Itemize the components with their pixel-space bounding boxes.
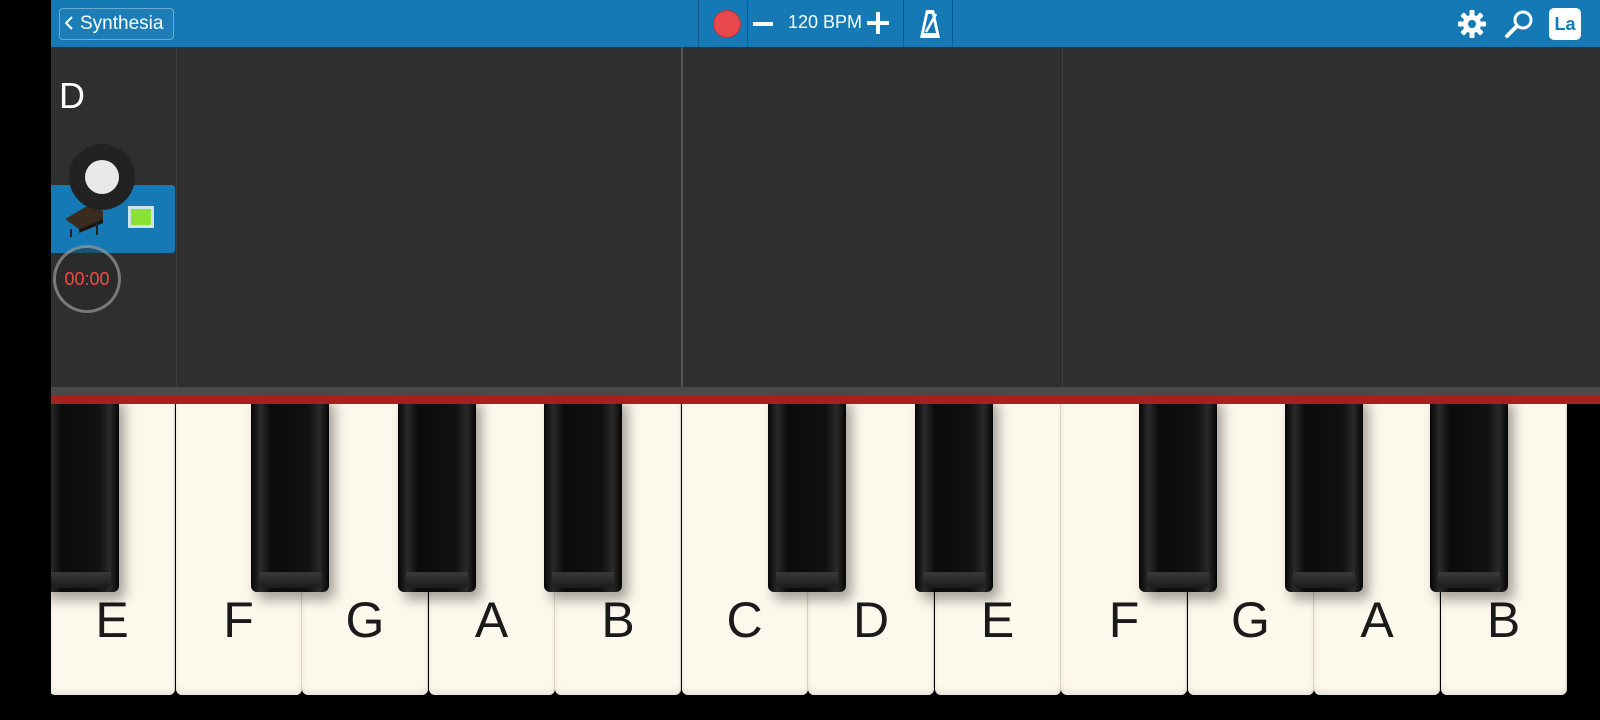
track-timeline[interactable]: D 00:00 — [51, 47, 1600, 387]
back-button-label: Synthesia — [80, 13, 164, 34]
key-note-label: E — [980, 592, 1015, 648]
keyboard-divider — [51, 387, 1600, 395]
tempo-readout: 120 BPM — [788, 12, 863, 32]
black-key[interactable] — [398, 395, 476, 592]
chevron-left-icon — [65, 16, 73, 30]
back-button[interactable]: Synthesia — [59, 8, 175, 40]
top-toolbar: Synthesia 120 BPM La — [51, 0, 1600, 47]
key-note-label: B — [601, 592, 635, 648]
playhead-knob[interactable] — [69, 144, 135, 210]
piano-keyboard[interactable]: EFGABCDEFGAB — [51, 395, 1600, 720]
black-key[interactable] — [251, 395, 329, 592]
key-note-label: E — [95, 592, 129, 648]
playback-timer[interactable]: 00:00 — [53, 245, 121, 313]
metronome-icon[interactable] — [919, 8, 941, 40]
toolbar-divider — [903, 0, 904, 47]
key-note-label: G — [345, 592, 385, 648]
gear-icon[interactable] — [1456, 8, 1488, 40]
key-note-label: A — [474, 592, 509, 648]
black-key[interactable] — [915, 395, 993, 592]
key-note-label: A — [1360, 592, 1394, 648]
grid-line — [1062, 47, 1063, 387]
toolbar-divider — [747, 0, 748, 47]
bpm-decrease-button[interactable] — [753, 13, 775, 33]
key-note-label: C — [726, 592, 763, 648]
black-key[interactable] — [544, 395, 622, 592]
record-button[interactable] — [713, 10, 741, 38]
key-label: D — [59, 75, 85, 116]
toolbar-divider — [698, 0, 699, 47]
bpm-increase-button[interactable] — [867, 12, 889, 34]
black-key[interactable] — [1285, 395, 1363, 592]
black-key[interactable] — [768, 395, 846, 592]
search-icon[interactable] — [1503, 8, 1535, 40]
black-key[interactable] — [51, 395, 119, 592]
key-note-label: F — [1108, 592, 1140, 648]
toolbar-divider — [952, 0, 953, 47]
keyboard-felt — [51, 395, 1600, 404]
key-note-label: G — [1231, 592, 1270, 648]
track-color-swatch[interactable] — [128, 206, 154, 228]
key-note-label: B — [1486, 592, 1521, 648]
left-edge — [0, 0, 51, 720]
app-window: Synthesia 120 BPM La D 00:00 E F G A B C… — [51, 0, 1600, 720]
black-key[interactable] — [1139, 395, 1217, 592]
key-note-label: D — [852, 592, 890, 648]
language-button[interactable]: La — [1549, 8, 1581, 40]
grid-line — [681, 47, 683, 387]
black-key[interactable] — [1430, 395, 1508, 592]
key-note-label: F — [223, 592, 254, 648]
grid-line — [176, 47, 177, 387]
